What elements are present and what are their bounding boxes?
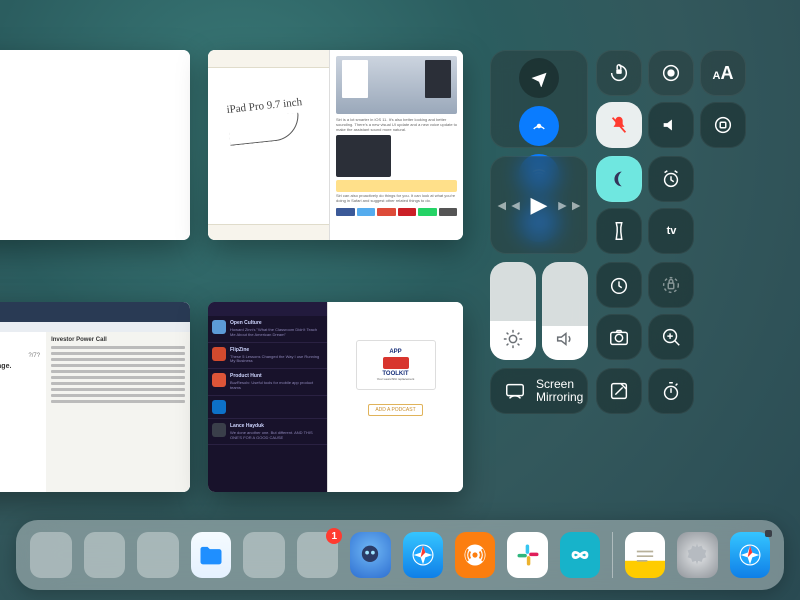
orientation-lock-button[interactable] <box>596 50 642 96</box>
switcher-card[interactable]: s <box>0 50 190 240</box>
screen-mirroring-button[interactable]: Screen Mirroring <box>490 368 588 414</box>
safari-thumbnail: Siri is a lot smarter in iOS 11. It's al… <box>329 50 463 240</box>
magnifier-button[interactable] <box>648 314 694 360</box>
toolkit-art: APP TOOLKIT Your LaunchKit replacement <box>356 340 436 390</box>
brightness-slider[interactable] <box>490 262 536 360</box>
safari-app-icon[interactable] <box>730 532 770 578</box>
mute-button[interactable] <box>648 102 694 148</box>
dock-separator <box>612 532 613 578</box>
text-lines <box>51 346 185 403</box>
rotation-lock-button[interactable] <box>648 262 694 308</box>
settings-app-icon[interactable] <box>677 532 717 578</box>
dock: 1 <box>16 520 784 590</box>
dock-folder[interactable] <box>84 532 126 578</box>
overcast-app-icon[interactable] <box>455 532 495 578</box>
infinity-app-icon[interactable] <box>560 532 600 578</box>
alarm-button[interactable] <box>648 156 694 202</box>
do-not-disturb-button[interactable] <box>596 156 642 202</box>
apple-tv-button[interactable]: tv <box>648 208 694 254</box>
notes-thumbnail: iPad Pro 9.7 inch <box>208 50 329 240</box>
sidebar-heading: Investor Power Call <box>51 337 107 343</box>
camera-button[interactable] <box>596 314 642 360</box>
recent-indicator-icon <box>765 530 772 537</box>
volume-slider[interactable] <box>542 262 588 360</box>
safari-mobile-thumbnail: download for your new iPhone 7 ?/7? " to… <box>0 302 190 492</box>
app-switcher: s Notes Safari iPad Pro 9.7 inch Siri is… <box>0 0 480 500</box>
notes-app-icon[interactable] <box>625 532 665 578</box>
slack-app-icon[interactable] <box>507 532 547 578</box>
stopwatch-button[interactable] <box>648 368 694 414</box>
dock-folder[interactable]: 1 <box>297 532 339 578</box>
flashlight-button[interactable] <box>596 208 642 254</box>
home-button[interactable] <box>700 102 746 148</box>
timer-button[interactable] <box>596 262 642 308</box>
media-controls[interactable]: ◄◄ ▶ ►► <box>490 156 588 254</box>
add-podcast-button: ADD A PODCAST <box>368 404 422 416</box>
dock-folder[interactable] <box>137 532 179 578</box>
play-button[interactable]: ▶ <box>531 192 548 218</box>
score: ?/7? <box>0 353 40 359</box>
twitterrific-thumbnail: Open CultureHoward Zinn's "What the Clas… <box>208 302 327 492</box>
overcast-thumbnail: APP TOOLKIT Your LaunchKit replacement A… <box>327 302 463 492</box>
connectivity-group[interactable] <box>490 50 588 148</box>
files-app-icon[interactable] <box>191 532 231 578</box>
headline: download for your new iPhone 7 <box>0 342 40 349</box>
tweetbot-app-icon[interactable] <box>350 532 390 578</box>
switcher-card[interactable]: bile download for your new iPhone 7 ?/7?… <box>0 302 190 492</box>
airdrop-toggle[interactable] <box>519 106 559 146</box>
next-track-button[interactable]: ►► <box>555 197 583 213</box>
badge: 1 <box>326 528 342 544</box>
text-size-button[interactable]: AA <box>700 50 746 96</box>
screen-record-button[interactable] <box>648 50 694 96</box>
headline: " to arrive in the App Store? Send Messa… <box>0 363 40 370</box>
switcher-card[interactable]: Notes Safari iPad Pro 9.7 inch Siri is a… <box>208 50 463 240</box>
safari-app-icon[interactable] <box>403 532 443 578</box>
silent-mode-button[interactable] <box>596 102 642 148</box>
airplane-mode-toggle[interactable] <box>519 58 559 98</box>
dock-folder[interactable] <box>30 532 72 578</box>
dock-folder[interactable] <box>243 532 285 578</box>
switcher-card[interactable]: Twitterrific Overcast Open CultureHoward… <box>208 302 463 492</box>
prev-track-button[interactable]: ◄◄ <box>495 197 523 213</box>
screen-mirroring-label: Screen Mirroring <box>536 378 583 404</box>
quick-note-button[interactable] <box>596 368 642 414</box>
